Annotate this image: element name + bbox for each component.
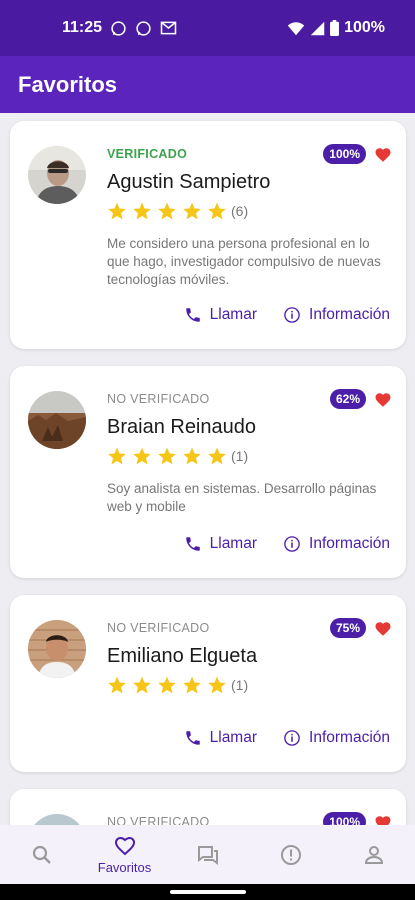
star-icon [108,676,126,694]
info-button[interactable]: Información [283,729,390,747]
signal-icon [310,21,325,35]
verification-status: NO VERIFICADO [107,621,210,635]
verification-status: VERIFICADO [107,147,188,161]
bottom-navigation: Favoritos [0,825,415,884]
app-bar: Favoritos [0,56,415,113]
professional-card[interactable]: NO VERIFICADO 75% Emiliano Elgueta (1) L… [10,595,406,772]
professional-name: Braian Reinaudo [107,416,256,438]
rating-count: (1) [231,677,249,693]
info-button[interactable]: Información [283,535,390,553]
professional-description: Me considero una persona profesional en … [107,236,381,287]
call-button[interactable]: Llamar [184,306,257,324]
rating-count: (1) [231,448,249,464]
battery-percent: 100% [344,19,385,36]
call-button[interactable]: Llamar [184,535,257,553]
nav-alerts[interactable] [256,843,326,867]
nav-favorites-label: Favoritos [97,860,152,875]
nav-search[interactable] [7,843,77,867]
info-button[interactable]: Información [283,306,390,324]
favorite-heart-icon[interactable] [374,391,392,409]
info-icon [284,536,300,552]
professional-card[interactable]: NO VERIFICADO 100% [10,789,406,825]
gesture-handle[interactable] [170,890,246,894]
avatar [28,146,86,204]
star-icon [133,447,151,465]
avatar [28,814,86,825]
rating: (1) [107,675,248,695]
chat-icon [197,845,218,865]
star-icon [158,447,176,465]
professional-name: Emiliano Elgueta [107,645,258,667]
star-icon [208,447,226,465]
star-icon [108,202,126,220]
favorites-list[interactable]: VERIFICADO 100% Agustin Sampietro (6) Me… [0,113,415,825]
person-icon [364,845,383,864]
favorite-heart-icon[interactable] [374,814,392,825]
verification-status: NO VERIFICADO [107,815,210,825]
star-icon [108,447,126,465]
status-bar: 11:25 100% [0,0,415,56]
match-percent-badge: 100% [323,144,366,164]
whatsapp-icon [136,20,151,36]
nav-messages[interactable] [173,843,243,867]
call-label: Llamar [209,729,258,746]
phone-icon [185,308,200,322]
info-label: Información [309,729,390,746]
professional-card[interactable]: NO VERIFICADO 62% Braian Reinaudo (1) So… [10,366,406,578]
match-percent-badge: 62% [329,389,366,409]
wifi-icon [287,21,305,35]
page-title: Favoritos [18,71,118,97]
call-label: Llamar [209,535,258,552]
phone-icon [185,731,200,745]
star-icon [208,202,226,220]
call-label: Llamar [209,306,258,323]
avatar [28,391,86,449]
star-icon [158,202,176,220]
card-actions: Llamar Información [184,535,390,553]
professional-description: Soy analista en sistemas. Desarrollo pág… [107,481,377,514]
card-actions: Llamar Información [184,306,390,324]
favorite-heart-icon[interactable] [374,620,392,638]
nav-profile[interactable] [339,843,409,867]
info-icon [284,730,300,746]
info-label: Información [309,306,390,323]
phone-icon [185,537,200,551]
match-percent-badge: 75% [329,618,366,638]
star-icon [158,676,176,694]
info-icon [284,307,300,323]
star-icon [208,676,226,694]
professional-card[interactable]: VERIFICADO 100% Agustin Sampietro (6) Me… [10,121,406,349]
professional-name: Agustin Sampietro [107,171,271,193]
avatar [28,620,86,678]
star-icon [183,676,201,694]
match-percent-badge: 100% [323,812,366,825]
rating: (1) [107,446,248,466]
status-time: 11:25 [62,19,103,36]
mail-icon [160,21,177,35]
search-icon [32,845,51,864]
battery-icon [330,20,340,36]
card-actions: Llamar Información [184,729,390,747]
rating: (6) [107,201,248,221]
verification-status: NO VERIFICADO [107,392,210,406]
rating-count: (6) [231,203,249,219]
heart-outline-icon [114,836,135,856]
gesture-navigation-bar [0,884,415,900]
star-icon [183,202,201,220]
call-button[interactable]: Llamar [184,729,257,747]
favorite-heart-icon[interactable] [374,146,392,164]
whatsapp-icon [111,20,126,36]
star-icon [133,202,151,220]
star-icon [183,447,201,465]
nav-favorites[interactable]: Favoritos [90,834,160,875]
info-label: Información [309,535,390,552]
star-icon [133,676,151,694]
alert-icon [280,844,301,865]
